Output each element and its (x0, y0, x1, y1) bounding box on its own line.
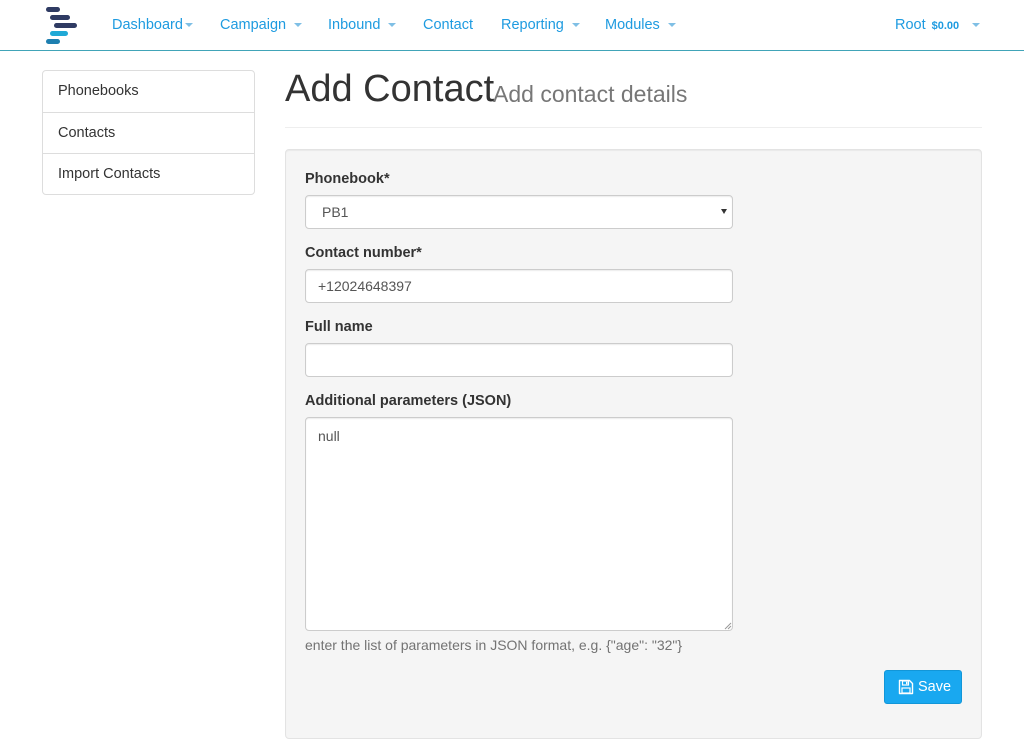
sidebar-item-import-contacts[interactable]: Import Contacts (43, 153, 254, 194)
save-button[interactable]: Save (884, 670, 962, 704)
phonebook-select[interactable]: PB1 (305, 195, 733, 229)
full-name-label: Full name (305, 319, 373, 335)
page-subtitle: Add contact details (493, 81, 688, 107)
account-balance: $0.00 (931, 20, 960, 32)
save-button-label: Save (918, 679, 952, 695)
chevron-down-icon (184, 23, 193, 28)
nav-modules[interactable]: Modules (605, 0, 676, 50)
sidebar-item-label: Phonebooks (58, 83, 139, 99)
additional-params-textarea[interactable]: null (305, 417, 733, 631)
nav-inbound[interactable]: Inbound (328, 0, 397, 50)
contact-form: Phonebook* PB1 Contact number* Full name… (285, 149, 982, 739)
json-help-text: enter the list of parameters in JSON for… (305, 637, 683, 653)
user-name: Root (895, 17, 926, 33)
contact-number-input[interactable] (305, 269, 733, 303)
sidebar-item-contacts[interactable]: Contacts (43, 112, 254, 153)
nav-contact-label: Contact (423, 17, 473, 33)
sidebar-item-phonebooks[interactable]: Phonebooks (43, 71, 254, 112)
nav-reporting[interactable]: Reporting (501, 0, 580, 50)
chevron-down-icon (294, 23, 303, 28)
chevron-down-icon (388, 23, 397, 28)
nav-modules-label: Modules (605, 17, 660, 33)
nav-campaign-label: Campaign (220, 17, 287, 33)
dropdown-arrow-icon (721, 209, 727, 214)
sidebar-item-label: Import Contacts (58, 166, 161, 182)
nav-dashboard[interactable]: Dashboard (112, 0, 193, 50)
top-navbar: Dashboard Campaign Inbound Contact Repor… (0, 0, 1024, 51)
nav-contact[interactable]: Contact (423, 0, 473, 50)
chevron-down-icon (667, 23, 676, 28)
logo-icon[interactable] (44, 6, 80, 44)
additional-params-wrapper: null (305, 417, 733, 631)
chevron-down-icon (571, 23, 580, 28)
resize-handle-icon[interactable] (724, 622, 732, 630)
chevron-down-icon (972, 23, 981, 28)
phonebook-selected-value: PB1 (322, 204, 349, 220)
sidebar-item-label: Contacts (58, 125, 116, 141)
user-menu[interactable]: Root $0.00 (895, 0, 981, 50)
contact-number-label: Contact number* (305, 245, 422, 261)
additional-params-label: Additional parameters (JSON) (305, 393, 512, 409)
nav-inbound-label: Inbound (328, 17, 381, 33)
page-header: Add Contact Add contact details (285, 66, 982, 128)
full-name-input[interactable] (305, 343, 733, 377)
floppy-disk-icon (898, 679, 914, 695)
nav-dashboard-label: Dashboard (112, 17, 183, 33)
sidebar: Phonebooks Contacts Import Contacts (42, 70, 255, 195)
nav-reporting-label: Reporting (501, 17, 564, 33)
nav-campaign[interactable]: Campaign (220, 0, 303, 50)
phonebook-label: Phonebook* (305, 171, 390, 187)
page-title: Add Contact (285, 68, 495, 110)
